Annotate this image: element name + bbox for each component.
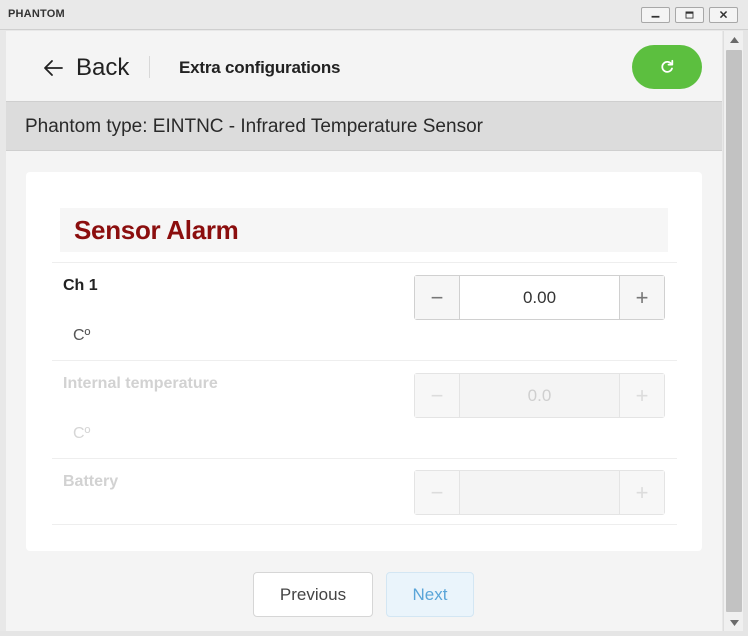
previous-button[interactable]: Previous	[253, 572, 373, 617]
vertical-scrollbar[interactable]	[723, 31, 743, 631]
sensor-alarm-card: Sensor Alarm Ch 1 Cº − 0.00 + Internal t…	[26, 172, 702, 551]
back-button[interactable]: Back	[42, 53, 129, 83]
battery-value-input	[460, 471, 619, 514]
minimize-icon	[651, 15, 660, 18]
scrollbar-thumb[interactable]	[726, 50, 742, 612]
row-divider	[52, 524, 677, 525]
content-area: Back Extra configurations Phantom type: …	[6, 31, 722, 631]
decrement-button: −	[415, 471, 460, 514]
refresh-icon	[661, 59, 674, 73]
minimize-button[interactable]	[641, 7, 670, 23]
scroll-up-button[interactable]	[724, 31, 744, 48]
increment-button[interactable]: +	[619, 276, 664, 319]
ch1-value-input[interactable]: 0.00	[460, 276, 619, 319]
decrement-button[interactable]: −	[415, 276, 460, 319]
setting-row-battery: Battery − +	[52, 458, 677, 524]
close-icon	[719, 10, 728, 19]
page-title: Extra configurations	[179, 58, 341, 77]
header-divider	[149, 56, 150, 78]
next-button[interactable]: Next	[386, 572, 474, 617]
increment-button: +	[619, 471, 664, 514]
arrow-left-icon	[44, 60, 63, 76]
caret-up-icon	[729, 36, 739, 43]
phantom-type-bar: Phantom type: EINTNC - Infrared Temperat…	[6, 101, 722, 151]
setting-row-internal-temperature: Internal temperature Cº − 0.0 +	[52, 360, 677, 458]
refresh-button[interactable]	[632, 45, 702, 89]
window-border-right	[743, 30, 748, 636]
maximize-button[interactable]	[675, 7, 704, 23]
phantom-type-text: Phantom type: EINTNC - Infrared Temperat…	[25, 116, 483, 137]
row-unit: Cº	[73, 425, 91, 442]
caret-down-icon	[729, 619, 739, 626]
window-border-bottom	[0, 631, 748, 636]
setting-row-ch1: Ch 1 Cº − 0.00 +	[52, 262, 677, 360]
internal-temperature-stepper: − 0.0 +	[414, 373, 665, 418]
section-header: Sensor Alarm	[60, 208, 668, 252]
page-header: Back Extra configurations	[6, 31, 722, 101]
close-button[interactable]	[709, 7, 738, 23]
ch1-stepper: − 0.00 +	[414, 275, 665, 320]
back-label: Back	[76, 54, 130, 81]
maximize-icon	[685, 11, 694, 19]
decrement-button: −	[415, 374, 460, 417]
window-title: PHANTOM	[8, 8, 65, 20]
internal-temperature-value-input: 0.0	[460, 374, 619, 417]
increment-button: +	[619, 374, 664, 417]
section-title: Sensor Alarm	[74, 215, 239, 245]
row-unit: Cº	[73, 327, 91, 344]
row-label: Ch 1	[63, 277, 98, 294]
scroll-down-button[interactable]	[724, 614, 744, 631]
battery-stepper: − +	[414, 470, 665, 515]
window-titlebar: PHANTOM	[0, 0, 748, 30]
row-label: Internal temperature	[63, 375, 218, 392]
row-label: Battery	[63, 473, 119, 490]
